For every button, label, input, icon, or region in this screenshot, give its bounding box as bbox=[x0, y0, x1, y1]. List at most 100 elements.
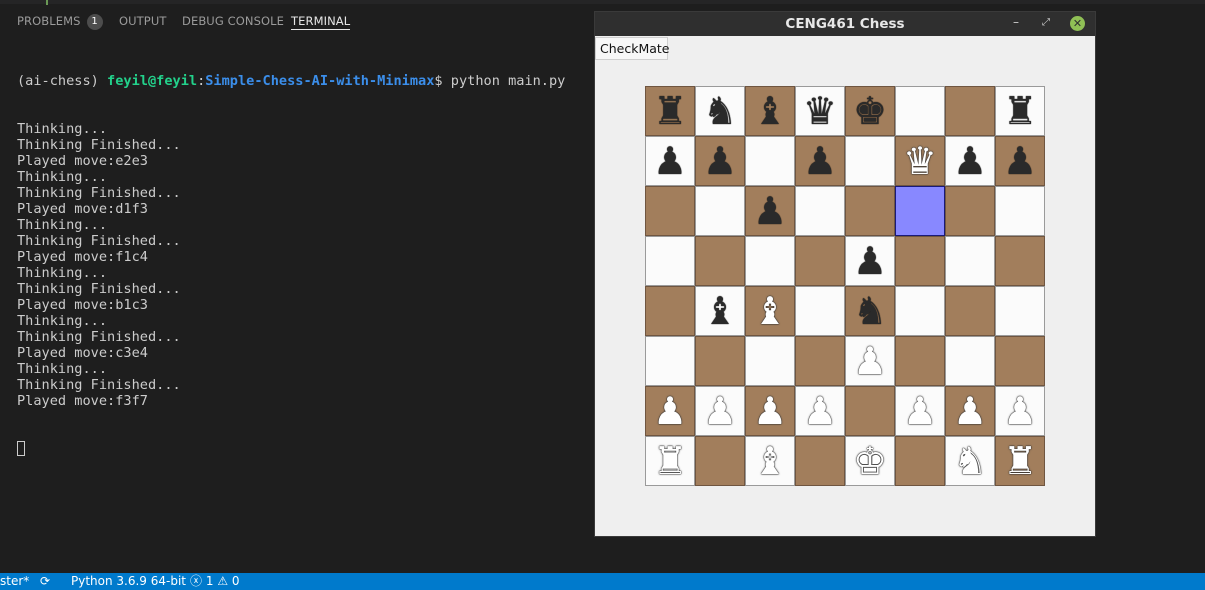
square-a7[interactable]: ♟ bbox=[645, 136, 695, 186]
square-c1[interactable]: ♝ bbox=[745, 436, 795, 486]
black-king-icon[interactable]: ♚ bbox=[846, 87, 894, 135]
git-branch[interactable]: ster* bbox=[0, 573, 29, 590]
square-d5[interactable] bbox=[795, 236, 845, 286]
square-b1[interactable] bbox=[695, 436, 745, 486]
square-a1[interactable]: ♜ bbox=[645, 436, 695, 486]
square-c4[interactable]: ♝ bbox=[745, 286, 795, 336]
square-c2[interactable]: ♟ bbox=[745, 386, 795, 436]
white-pawn-icon[interactable]: ♟ bbox=[846, 337, 894, 385]
square-e1[interactable]: ♚ bbox=[845, 436, 895, 486]
square-h3[interactable] bbox=[995, 336, 1045, 386]
white-pawn-icon[interactable]: ♟ bbox=[646, 387, 694, 435]
tab-debug-console[interactable]: DEBUG CONSOLE bbox=[182, 12, 284, 36]
black-pawn-icon[interactable]: ♟ bbox=[946, 137, 994, 185]
maximize-icon[interactable]: ⤢ bbox=[1042, 18, 1052, 28]
square-h2[interactable]: ♟ bbox=[995, 386, 1045, 436]
square-h1[interactable]: ♜ bbox=[995, 436, 1045, 486]
black-pawn-icon[interactable]: ♟ bbox=[796, 137, 844, 185]
black-queen-icon[interactable]: ♛ bbox=[796, 87, 844, 135]
black-knight-icon[interactable]: ♞ bbox=[846, 287, 894, 335]
square-b5[interactable] bbox=[695, 236, 745, 286]
square-d6[interactable] bbox=[795, 186, 845, 236]
square-g2[interactable]: ♟ bbox=[945, 386, 995, 436]
square-h7[interactable]: ♟ bbox=[995, 136, 1045, 186]
square-f2[interactable]: ♟ bbox=[895, 386, 945, 436]
square-b8[interactable]: ♞ bbox=[695, 86, 745, 136]
white-rook-icon[interactable]: ♜ bbox=[646, 437, 694, 485]
square-g5[interactable] bbox=[945, 236, 995, 286]
square-b2[interactable]: ♟ bbox=[695, 386, 745, 436]
square-e7[interactable] bbox=[845, 136, 895, 186]
white-knight-icon[interactable]: ♞ bbox=[946, 437, 994, 485]
square-d2[interactable]: ♟ bbox=[795, 386, 845, 436]
tab-terminal[interactable]: TERMINAL bbox=[291, 12, 351, 30]
black-bishop-icon[interactable]: ♝ bbox=[746, 87, 794, 135]
square-e3[interactable]: ♟ bbox=[845, 336, 895, 386]
black-rook-icon[interactable]: ♜ bbox=[646, 87, 694, 135]
sync-icon[interactable]: ⟳ bbox=[40, 573, 50, 590]
square-g4[interactable] bbox=[945, 286, 995, 336]
square-b4[interactable]: ♝ bbox=[695, 286, 745, 336]
black-pawn-icon[interactable]: ♟ bbox=[746, 187, 794, 235]
square-d8[interactable]: ♛ bbox=[795, 86, 845, 136]
checkmate-button[interactable]: CheckMate bbox=[595, 37, 670, 60]
square-g7[interactable]: ♟ bbox=[945, 136, 995, 186]
square-b6[interactable] bbox=[695, 186, 745, 236]
white-pawn-icon[interactable]: ♟ bbox=[896, 387, 944, 435]
square-c8[interactable]: ♝ bbox=[745, 86, 795, 136]
square-f3[interactable] bbox=[895, 336, 945, 386]
black-rook-icon[interactable]: ♜ bbox=[996, 87, 1044, 135]
square-e6[interactable] bbox=[845, 186, 895, 236]
square-d3[interactable] bbox=[795, 336, 845, 386]
square-f6[interactable] bbox=[895, 186, 945, 236]
black-pawn-icon[interactable]: ♟ bbox=[846, 237, 894, 285]
white-pawn-icon[interactable]: ♟ bbox=[946, 387, 994, 435]
square-d4[interactable] bbox=[795, 286, 845, 336]
square-h4[interactable] bbox=[995, 286, 1045, 336]
white-pawn-icon[interactable]: ♟ bbox=[796, 387, 844, 435]
problems-status[interactable]: ⓧ 1 ⚠ 0 bbox=[190, 573, 240, 590]
square-e2[interactable] bbox=[845, 386, 895, 436]
black-pawn-icon[interactable]: ♟ bbox=[646, 137, 694, 185]
white-pawn-icon[interactable]: ♟ bbox=[746, 387, 794, 435]
square-g6[interactable] bbox=[945, 186, 995, 236]
white-pawn-icon[interactable]: ♟ bbox=[696, 387, 744, 435]
minimize-icon[interactable]: – bbox=[1013, 16, 1025, 29]
tab-output[interactable]: OUTPUT bbox=[119, 12, 166, 36]
square-a4[interactable] bbox=[645, 286, 695, 336]
black-pawn-icon[interactable]: ♟ bbox=[696, 137, 744, 185]
white-bishop-icon[interactable]: ♝ bbox=[746, 437, 794, 485]
python-interpreter[interactable]: Python 3.6.9 64-bit bbox=[71, 573, 186, 590]
square-e4[interactable]: ♞ bbox=[845, 286, 895, 336]
square-f5[interactable] bbox=[895, 236, 945, 286]
square-a8[interactable]: ♜ bbox=[645, 86, 695, 136]
square-g3[interactable] bbox=[945, 336, 995, 386]
square-c3[interactable] bbox=[745, 336, 795, 386]
black-knight-icon[interactable]: ♞ bbox=[696, 87, 744, 135]
square-b3[interactable] bbox=[695, 336, 745, 386]
square-e5[interactable]: ♟ bbox=[845, 236, 895, 286]
close-icon[interactable]: ✕ bbox=[1070, 16, 1085, 31]
terminal-output[interactable]: (ai-chess) feyil@feyil:Simple-Chess-AI-w… bbox=[17, 41, 597, 456]
black-bishop-icon[interactable]: ♝ bbox=[696, 287, 744, 335]
square-d7[interactable]: ♟ bbox=[795, 136, 845, 186]
square-c7[interactable] bbox=[745, 136, 795, 186]
square-f1[interactable] bbox=[895, 436, 945, 486]
square-a3[interactable] bbox=[645, 336, 695, 386]
black-pawn-icon[interactable]: ♟ bbox=[996, 137, 1044, 185]
square-a6[interactable] bbox=[645, 186, 695, 236]
square-f4[interactable] bbox=[895, 286, 945, 336]
square-h5[interactable] bbox=[995, 236, 1045, 286]
square-b7[interactable]: ♟ bbox=[695, 136, 745, 186]
square-c6[interactable]: ♟ bbox=[745, 186, 795, 236]
square-c5[interactable] bbox=[745, 236, 795, 286]
white-king-icon[interactable]: ♚ bbox=[846, 437, 894, 485]
square-a2[interactable]: ♟ bbox=[645, 386, 695, 436]
square-e8[interactable]: ♚ bbox=[845, 86, 895, 136]
square-f7[interactable]: ♛ bbox=[895, 136, 945, 186]
square-a5[interactable] bbox=[645, 236, 695, 286]
white-rook-icon[interactable]: ♜ bbox=[996, 437, 1044, 485]
white-bishop-icon[interactable]: ♝ bbox=[746, 287, 794, 335]
square-g8[interactable] bbox=[945, 86, 995, 136]
white-queen-icon[interactable]: ♛ bbox=[896, 137, 944, 185]
